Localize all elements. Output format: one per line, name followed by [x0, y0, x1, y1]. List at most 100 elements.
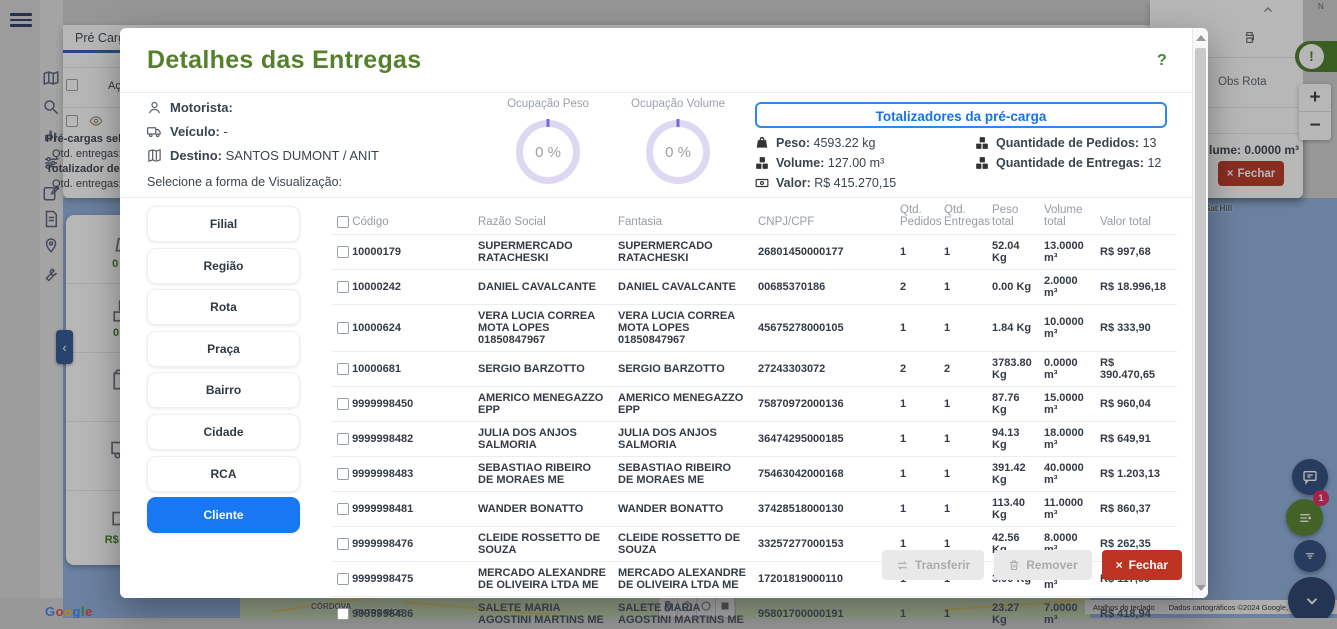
cell-razao-social: CLEIDE ROSSETTO DE SOUZA	[473, 527, 613, 562]
cell-peso-total: 23.27 Kg	[987, 597, 1039, 629]
cell-peso-total: 113.40 Kg	[987, 492, 1039, 527]
cell-qtd-entregas: 2	[939, 352, 987, 387]
cell-razao-social: SERGIO BARZOTTO	[473, 352, 613, 387]
cell-cnpj: 95801700000191	[753, 597, 895, 629]
cell-razao-social: DANIEL CAVALCANTE	[473, 270, 613, 305]
motorista-row: Motorista:	[147, 100, 233, 115]
row-checkbox[interactable]	[337, 468, 349, 480]
scroll-up-arrow[interactable]	[1196, 35, 1206, 41]
gauge-volume-label: Ocupação Volume	[613, 98, 743, 110]
modal-scrollbar[interactable]	[1192, 28, 1208, 598]
cell-qtd-pedidos: 1	[895, 597, 939, 629]
cell-valor-total: R$ 418,94	[1095, 597, 1177, 629]
cell-qtd-entregas: 1	[939, 235, 987, 270]
view-button[interactable]: Filial	[147, 206, 300, 242]
cell-valor-total: R$ 390.470,65	[1095, 352, 1177, 387]
view-button[interactable]: Bairro	[147, 372, 300, 408]
trash-icon	[1008, 559, 1020, 571]
cell-cnpj: 75463042000168	[753, 457, 895, 492]
cubes-icon	[975, 156, 989, 170]
row-checkbox[interactable]	[337, 433, 349, 445]
cell-qtd-entregas: 1	[939, 597, 987, 629]
row-checkbox[interactable]	[337, 503, 349, 515]
truck-icon	[147, 124, 162, 139]
cell-volume-total: 15.0000 m³	[1039, 387, 1095, 422]
cell-fantasia: DANIEL CAVALCANTE	[613, 270, 753, 305]
view-button[interactable]: Região	[147, 248, 300, 284]
total-pedidos: Quantidade de Pedidos: 13	[975, 136, 1156, 150]
cell-qtd-entregas: 1	[939, 492, 987, 527]
cell-peso-total: 87.76 Kg	[987, 387, 1039, 422]
cell-fantasia: SUPERMERCADO RATACHESKI	[613, 235, 753, 270]
row-checkbox[interactable]	[337, 363, 349, 375]
cell-codigo: 10000681	[332, 352, 473, 387]
row-checkbox[interactable]	[337, 398, 349, 410]
cell-peso-total: 52.04 Kg	[987, 235, 1039, 270]
cell-cnpj: 33257277000153	[753, 527, 895, 562]
total-peso: Peso: 4593.22 kg	[755, 136, 875, 150]
cell-cnpj: 00685370186	[753, 270, 895, 305]
cell-fantasia: CLEIDE ROSSETTO DE SOUZA	[613, 527, 753, 562]
cell-volume-total: 13.0000 m³	[1039, 235, 1095, 270]
cell-codigo: 10000624	[332, 305, 473, 352]
cell-qtd-pedidos: 1	[895, 387, 939, 422]
table-row: 9999998486 SALETE MARIA AGOSTINI MARTINS…	[332, 597, 1177, 629]
row-checkbox[interactable]	[337, 322, 349, 334]
cell-volume-total: 40.0000 m³	[1039, 457, 1095, 492]
cell-codigo: 9999998482	[332, 422, 473, 457]
view-button[interactable]: RCA	[147, 456, 300, 492]
cubes-icon	[975, 136, 989, 150]
cubes-icon	[755, 156, 769, 170]
cell-codigo: 9999998486	[332, 597, 473, 629]
cell-qtd-pedidos: 1	[895, 235, 939, 270]
cell-codigo: 9999998481	[332, 492, 473, 527]
cell-cnpj: 17201819000110	[753, 562, 895, 597]
row-checkbox[interactable]	[337, 608, 349, 620]
money-icon	[755, 176, 769, 190]
cell-cnpj: 27243303072	[753, 352, 895, 387]
total-entregas: Quantidade de Entregas: 12	[975, 156, 1161, 170]
cell-qtd-pedidos: 1	[895, 457, 939, 492]
transfer-button[interactable]: Transferir	[882, 550, 984, 580]
cell-cnpj: 75870972000136	[753, 387, 895, 422]
row-checkbox[interactable]	[337, 281, 349, 293]
map-icon	[147, 148, 162, 163]
select-all-rows-checkbox[interactable]	[337, 216, 349, 228]
cell-fantasia: AMERICO MENEGAZZO EPP	[613, 387, 753, 422]
table-row: 9999998481 WANDER BONATTO WANDER BONATTO…	[332, 492, 1177, 527]
cell-qtd-pedidos: 2	[895, 270, 939, 305]
scroll-down-arrow[interactable]	[1196, 585, 1206, 591]
view-button[interactable]: Cidade	[147, 414, 300, 450]
weight-icon	[755, 136, 769, 150]
cell-valor-total: R$ 333,90	[1095, 305, 1177, 352]
transfer-icon	[896, 559, 909, 572]
cell-peso-total: 391.42 Kg	[987, 457, 1039, 492]
cell-cnpj: 36474295000185	[753, 422, 895, 457]
close-icon: ×	[1116, 558, 1123, 572]
total-valor: Valor: R$ 415.270,15	[755, 176, 896, 190]
cell-razao-social: VERA LUCIA CORREA MOTA LOPES 01850847967	[473, 305, 613, 352]
remove-button[interactable]: Remover	[994, 550, 1091, 580]
help-button[interactable]: ?	[1157, 52, 1167, 70]
cell-valor-total: R$ 1.203,13	[1095, 457, 1177, 492]
totalizadores-header: Totalizadores da pré-carga	[755, 102, 1167, 128]
row-checkbox[interactable]	[337, 538, 349, 550]
person-icon	[147, 100, 162, 115]
gauge-volume: 0 %	[646, 120, 710, 184]
view-button[interactable]: Praça	[147, 331, 300, 367]
cell-razao-social: MERCADO ALEXANDRE DE OLIVEIRA LTDA ME	[473, 562, 613, 597]
row-checkbox[interactable]	[337, 246, 349, 258]
cell-codigo: 10000179	[332, 235, 473, 270]
view-button-cliente[interactable]: Cliente	[147, 497, 300, 533]
view-button[interactable]: Rota	[147, 289, 300, 325]
table-row: 9999998450 AMERICO MENEGAZZO EPP AMERICO…	[332, 387, 1177, 422]
table-row: 9999998482 JULIA DOS ANJOS SALMORIA JULI…	[332, 422, 1177, 457]
cell-razao-social: WANDER BONATTO	[473, 492, 613, 527]
cell-peso-total: 1.84 Kg	[987, 305, 1039, 352]
cell-codigo: 9999998476	[332, 527, 473, 562]
scrollbar-thumb[interactable]	[1195, 48, 1206, 586]
cell-peso-total: 94.13 Kg	[987, 422, 1039, 457]
close-button[interactable]: × Fechar	[1102, 550, 1182, 580]
cell-cnpj: 26801450000177	[753, 235, 895, 270]
row-checkbox[interactable]	[337, 573, 349, 585]
